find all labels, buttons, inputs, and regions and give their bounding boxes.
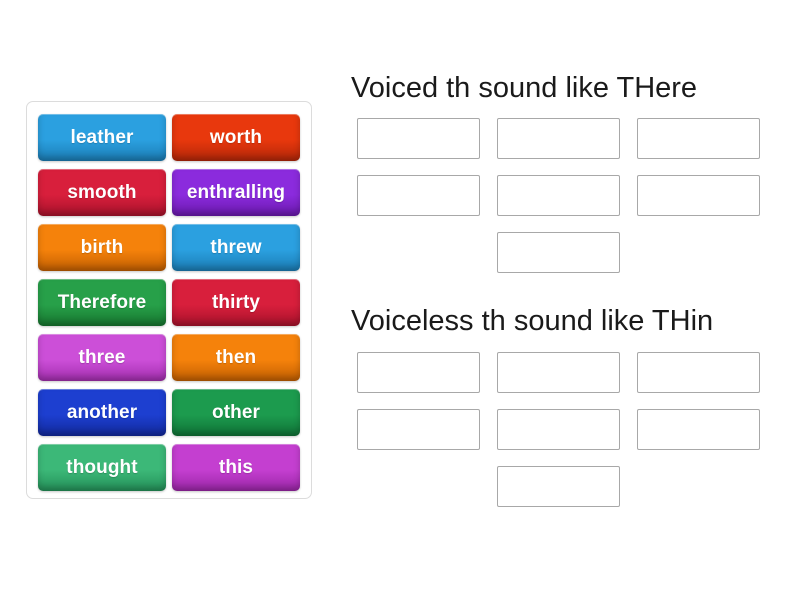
word-tile[interactable]: birth [38,224,166,271]
word-tile[interactable]: leather [38,114,166,161]
tile-cell: other [169,385,303,440]
slot-cell [631,175,771,232]
tile-cell: then [169,330,303,385]
tile-cell: worth [169,110,303,165]
drop-slot[interactable] [637,118,760,160]
drop-slot[interactable] [357,175,480,217]
word-tile[interactable]: enthralling [172,169,300,216]
word-tile[interactable]: other [172,389,300,436]
drop-slot[interactable] [497,232,620,274]
word-tile-label: worth [209,127,263,148]
slot-cell [491,175,631,232]
category-dropzone[interactable] [351,118,771,289]
drop-slot[interactable] [637,351,760,393]
slot-cell [491,408,631,466]
slot-cell [351,408,491,466]
word-tile-label: Therefore [57,292,147,313]
word-tile-label: threw [210,237,262,258]
drop-slot[interactable] [497,408,620,450]
word-tile-label: enthralling [186,182,286,203]
word-tile-label: smooth [67,182,137,203]
word-tile[interactable]: thought [38,444,166,491]
tile-cell: three [35,330,169,385]
activity-stage: leather worth smooth enthralling birth threw T… [0,0,800,600]
category-group: Voiced th sound like THere [351,70,776,289]
slot-cell [631,408,771,466]
tile-cell: thought [35,440,169,495]
word-tile[interactable]: thirty [172,279,300,326]
slot-cell [491,465,631,523]
slot-cell [491,232,631,289]
tile-cell: Therefore [35,275,169,330]
category-list: Voiced th sound like THere Voiceless th s… [351,70,776,537]
word-tile[interactable]: another [38,389,166,436]
word-tile-tray: leather worth smooth enthralling birth threw T… [26,101,312,499]
slot-cell [491,351,631,409]
word-tile[interactable]: this [172,444,300,491]
category-dropzone[interactable] [351,351,771,523]
word-tile[interactable]: three [38,334,166,381]
word-tile[interactable]: worth [172,114,300,161]
word-tile[interactable]: Therefore [38,279,166,326]
category-title: Voiceless th sound like THin [351,305,714,338]
tile-cell: birth [35,220,169,275]
tile-cell: another [35,385,169,440]
drop-slot[interactable] [357,408,480,450]
slot-cell [351,118,491,175]
word-tile-label: thought [66,457,138,478]
slot-cell [631,351,771,409]
tile-cell: thirty [169,275,303,330]
tile-cell: threw [169,220,303,275]
drop-slot[interactable] [357,351,480,393]
drop-slot[interactable] [497,351,620,393]
slot-cell [351,351,491,409]
category-title: Voiced th sound like THere [351,72,698,104]
word-tile-label: birth [80,237,124,258]
drop-slot[interactable] [497,175,620,217]
word-tile-label: this [218,457,254,478]
tile-cell: enthralling [169,165,303,220]
tile-cell: smooth [35,165,169,220]
word-tile-label: another [66,402,138,423]
word-tile[interactable]: then [172,334,300,381]
word-tile-label: three [78,347,126,368]
drop-slot[interactable] [637,408,760,450]
tile-cell: this [169,440,303,495]
drop-slot[interactable] [357,118,480,160]
drop-slot[interactable] [497,465,620,507]
word-tile[interactable]: smooth [38,169,166,216]
drop-slot[interactable] [497,118,620,160]
slot-cell [631,118,771,175]
word-tile-label: other [212,402,260,423]
slot-cell [351,175,491,232]
word-tile[interactable]: threw [172,224,300,271]
word-tile-label: thirty [211,292,261,313]
tile-cell: leather [35,110,169,165]
slot-cell [491,118,631,175]
word-tile-label: then [215,347,257,368]
word-tile-label: leather [70,127,134,148]
category-group: Voiceless th sound like THin [351,303,776,522]
drop-slot[interactable] [637,175,760,217]
